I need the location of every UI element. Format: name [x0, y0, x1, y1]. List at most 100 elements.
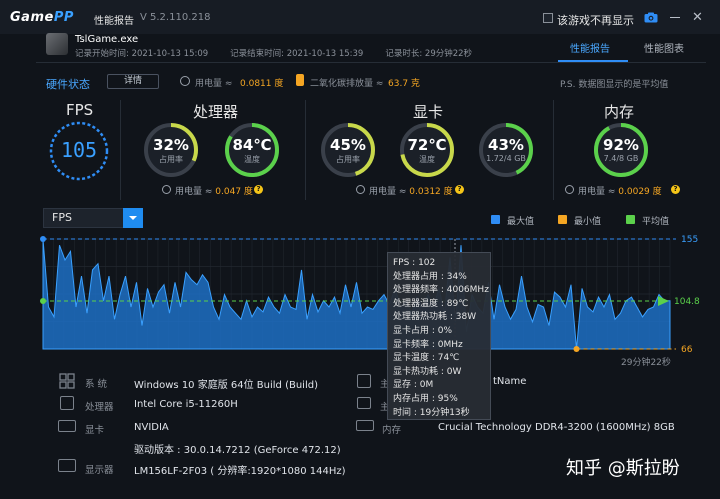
power-icon — [565, 185, 574, 194]
tooltip-line: 显卡热功耗 : 0W — [393, 366, 462, 377]
memory-usage-label: 7.4/8 GB — [603, 154, 639, 163]
camera-icon[interactable] — [644, 12, 658, 23]
average-note: P.S. 数据图显示的是平均值 — [560, 80, 669, 90]
fps-chart[interactable]: 155 104.8 66 — [0, 230, 720, 370]
legend-avg-label: 平均值 — [642, 217, 670, 227]
gpu-power-value: 0.0312 度 — [409, 187, 453, 197]
min-value-label: 66 — [681, 345, 693, 355]
divider — [305, 100, 306, 200]
cpu-temp-label: 温度 — [244, 155, 260, 164]
gpu-vram-value: 43% — [488, 136, 524, 154]
header-divider — [36, 62, 706, 63]
motherboard-value: tName — [493, 376, 527, 387]
legend-min-swatch — [558, 215, 567, 224]
avg-value-label: 104.8 — [674, 297, 700, 307]
cpu-usage-label: 占用率 — [159, 155, 183, 164]
memory-power: 用电量 ≈ 0.0029 度 — [578, 184, 662, 197]
display-value: LM156LF-2F03 ( 分辨率:1920*1080 144Hz) — [134, 466, 346, 477]
record-info: 记录开始时间: 2021-10-13 15:09 记录结束时间: 2021-10-… — [75, 47, 494, 59]
window-title: 性能报告 — [94, 16, 134, 27]
version-label: V 5.2.110.218 — [140, 12, 211, 23]
cpu-title: 处理器 — [193, 103, 239, 121]
details-button[interactable]: 详情 — [107, 74, 159, 89]
os-value: Windows 10 家庭版 64位 Build (Build) — [134, 380, 318, 391]
gpu-power: 用电量 ≈ 0.0312 度 — [369, 184, 453, 197]
dont-show-label[interactable]: 该游戏不再显示 — [557, 12, 634, 28]
windows-icon — [59, 373, 75, 389]
cpu-chip-icon — [60, 396, 74, 410]
tooltip-line: 处理器频率 : 4006MHz — [393, 285, 489, 296]
chart-tooltip: FPS : 102 处理器占用 : 34% 处理器频率 : 4006MHz 处理… — [387, 252, 491, 420]
tooltip-line: 显存 : 0M — [393, 380, 434, 391]
cpu-usage-value: 32% — [153, 136, 189, 154]
memory-icon — [356, 420, 374, 431]
co2-icon — [296, 74, 304, 86]
max-value-label: 155 — [681, 235, 698, 245]
memory-value: Crucial Technology DDR4-3200 (1600MHz) 8… — [438, 422, 675, 433]
app-logo: GamePP — [10, 10, 74, 25]
tooltip-line: 处理器热功耗 : 38W — [393, 312, 477, 323]
cpu-value: Intel Core i5-11260H — [134, 399, 238, 410]
power-icon — [180, 76, 190, 86]
cpu-temp-value: 84℃ — [232, 136, 272, 154]
close-icon[interactable]: ✕ — [692, 11, 703, 24]
record-end-time: 记录结束时间: 2021-10-13 15:39 — [230, 49, 364, 59]
minimize-icon[interactable] — [670, 17, 680, 18]
gpu-power-label: 用电量 ≈ — [369, 187, 407, 197]
fps-title: FPS — [66, 101, 94, 119]
cpu-power-value: 0.047 度 — [215, 187, 253, 197]
metric-select-value[interactable]: FPS — [52, 211, 72, 224]
watermark: 知乎 @斯拉盼 — [566, 458, 680, 479]
power-icon — [162, 185, 171, 194]
gpu-temp-label: 温度 — [419, 155, 435, 164]
divider — [553, 100, 554, 200]
os-key: 系 统 — [85, 379, 108, 390]
gpu-temp-value: 72℃ — [407, 136, 447, 154]
gpu-usage-value: 45% — [330, 136, 366, 154]
gpu-card-icon — [58, 420, 76, 432]
memory-power-value: 0.0029 度 — [618, 187, 662, 197]
memory-usage-value: 92% — [603, 136, 639, 154]
chevron-down-icon[interactable] — [123, 208, 143, 228]
monitor-icon — [58, 459, 76, 472]
fps-value: 105 — [60, 138, 98, 162]
dont-show-checkbox[interactable] — [543, 13, 553, 23]
help-icon[interactable]: ? — [254, 185, 263, 194]
avg-marker — [40, 298, 46, 305]
game-avatar — [46, 33, 68, 55]
tooltip-line: 时间 : 19分钟13秒 — [393, 407, 470, 418]
tab-performance-report[interactable]: 性能报告 — [570, 40, 610, 55]
tab-performance-chart[interactable]: 性能图表 — [644, 40, 684, 55]
gpu-title: 显卡 — [413, 103, 444, 121]
record-start-time: 记录开始时间: 2021-10-13 15:09 — [75, 49, 209, 59]
tooltip-line: 显卡温度 : 74℃ — [393, 353, 460, 364]
co2-value: 63.7 克 — [388, 79, 420, 89]
help-icon[interactable]: ? — [455, 185, 464, 194]
driver-version: 驱动版本 : 30.0.14.7212 (GeForce 472.12) — [134, 445, 341, 456]
display-key: 显示器 — [85, 465, 114, 476]
max-marker — [40, 236, 46, 242]
gpu-value: NVIDIA — [134, 422, 169, 433]
min-marker — [573, 346, 580, 352]
hardware-status-label: 硬件状态 — [46, 78, 90, 91]
power-icon — [356, 185, 365, 194]
logo-prefix: Game — [10, 10, 54, 25]
tooltip-line: 内存占用 : 95% — [393, 393, 458, 404]
cpu-power: 用电量 ≈ 0.047 度 — [175, 184, 253, 197]
legend-max-swatch — [491, 215, 500, 224]
motherboard-icon — [357, 374, 371, 388]
legend-avg-swatch — [626, 215, 635, 224]
total-power-value: 0.0811 度 — [240, 79, 284, 89]
gpu-usage-label: 占用率 — [336, 155, 360, 164]
gpu-vram-label: 1.72/4 GB — [486, 154, 526, 163]
cpu-power-label: 用电量 ≈ — [175, 187, 213, 197]
tooltip-line: 显卡频率 : 0MHz — [393, 339, 463, 350]
logo-suffix: PP — [53, 10, 74, 25]
record-duration: 记录时长: 29分钟22秒 — [385, 49, 473, 59]
game-name: TslGame.exe — [75, 34, 139, 45]
memory-title: 内存 — [604, 103, 635, 121]
cpu-key: 处理器 — [85, 402, 114, 413]
help-icon[interactable]: ? — [671, 185, 680, 194]
tooltip-line: FPS : 102 — [393, 258, 436, 268]
co2-label: 二氧化碳排放量 ≈ — [310, 79, 384, 89]
